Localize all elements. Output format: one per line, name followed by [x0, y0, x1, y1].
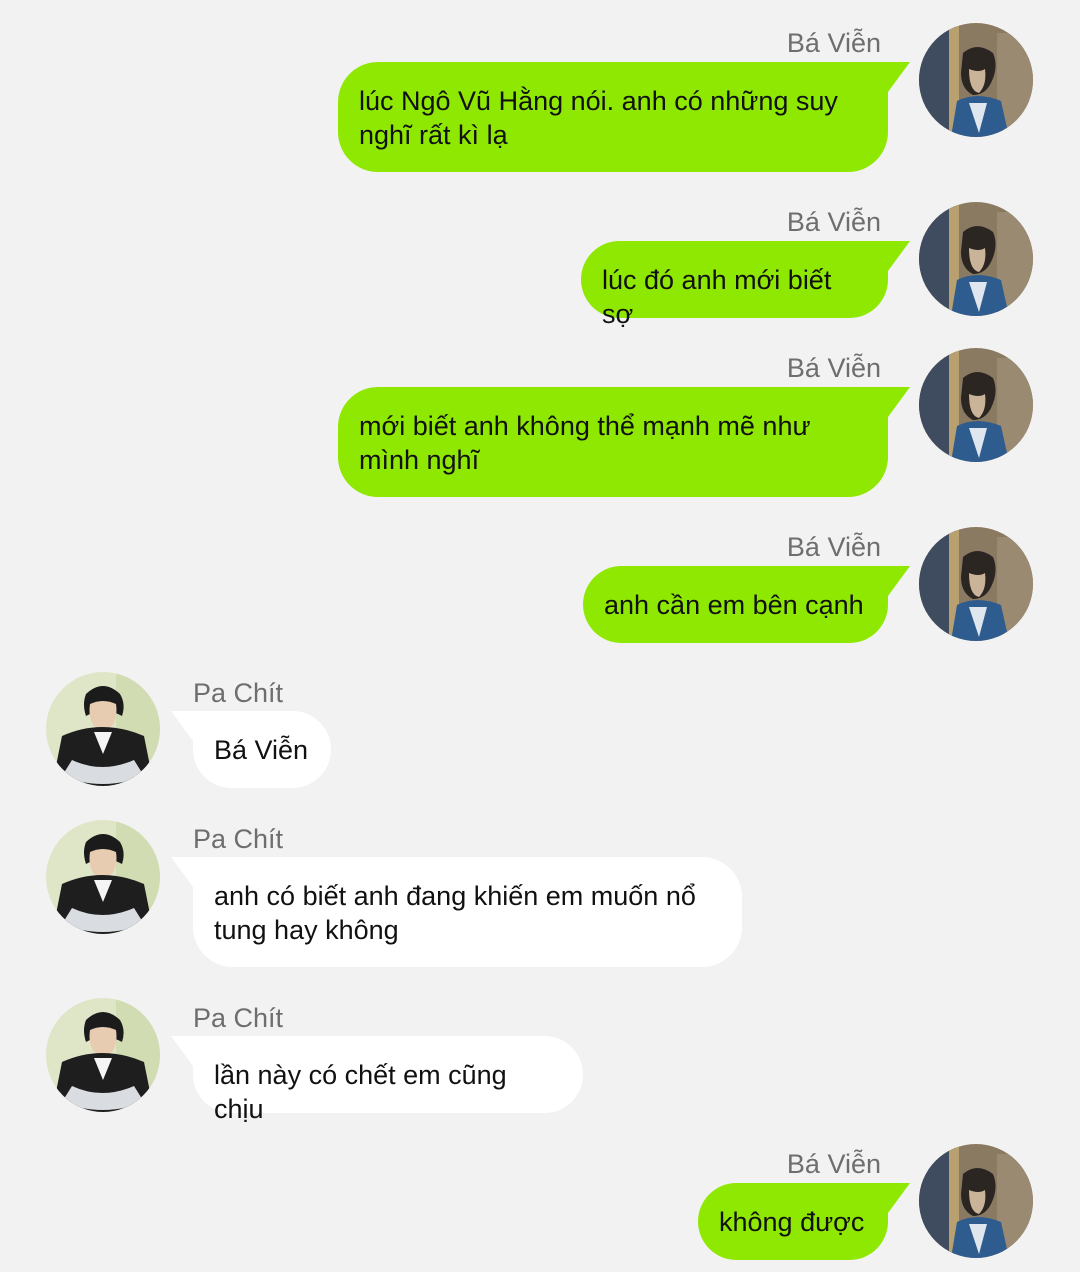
bubble-tail	[888, 241, 910, 271]
sender-name: Bá Viễn	[786, 207, 881, 237]
message-bubble[interactable]: lần này có chết em cũng chịu	[193, 1036, 583, 1124]
message-bubble[interactable]: Bá Viễn	[193, 711, 331, 788]
message-text: lúc đó anh mới biết sợ	[602, 265, 832, 329]
sender-name: Bá Viễn	[786, 1149, 881, 1179]
sender-name: Bá Viễn	[786, 532, 881, 562]
sender-name: Bá Viễn	[786, 28, 881, 58]
bubble-tail	[171, 711, 193, 741]
sender-name: Pa Chít	[193, 1003, 284, 1033]
bubble-tail	[888, 1183, 910, 1213]
ba-vien-avatar-icon[interactable]	[919, 23, 1033, 137]
bubble-tail	[888, 387, 910, 417]
bubble-tail	[171, 857, 193, 887]
message-bubble[interactable]: mới biết anh không thể mạnh mẽ như mình …	[338, 387, 888, 497]
message-text: Bá Viễn	[214, 735, 309, 765]
message-text: anh cần em bên cạnh	[604, 590, 864, 620]
bubble-tail	[888, 566, 910, 596]
sender-name: Pa Chít	[193, 824, 284, 854]
sender-name: Bá Viễn	[786, 353, 881, 383]
sender-name: Pa Chít	[193, 678, 284, 708]
pa-chit-avatar-icon[interactable]	[46, 998, 160, 1112]
ba-vien-avatar-icon[interactable]	[919, 202, 1033, 316]
message-text: lần này có chết em cũng chịu	[214, 1060, 507, 1124]
ba-vien-avatar-icon[interactable]	[919, 348, 1033, 462]
message-bubble[interactable]: không được	[698, 1183, 888, 1260]
message-bubble[interactable]: anh cần em bên cạnh	[583, 566, 888, 643]
message-bubble[interactable]: anh có biết anh đang khiến em muốn nổ tu…	[193, 857, 742, 967]
ba-vien-avatar-icon[interactable]	[919, 1144, 1033, 1258]
ba-vien-avatar-icon[interactable]	[919, 527, 1033, 641]
message-bubble[interactable]: lúc đó anh mới biết sợ	[581, 241, 888, 329]
message-text: mới biết anh không thể mạnh mẽ như mình …	[359, 411, 811, 475]
pa-chit-avatar-icon[interactable]	[46, 820, 160, 934]
bubble-tail	[888, 62, 910, 92]
message-bubble[interactable]: lúc Ngô Vũ Hằng nói. anh có những suy ng…	[338, 62, 888, 172]
message-text: anh có biết anh đang khiến em muốn nổ tu…	[214, 881, 696, 945]
message-text: không được	[719, 1207, 865, 1237]
pa-chit-avatar-icon[interactable]	[46, 672, 160, 786]
bubble-tail	[171, 1036, 193, 1066]
message-text: lúc Ngô Vũ Hằng nói. anh có những suy ng…	[359, 86, 838, 150]
